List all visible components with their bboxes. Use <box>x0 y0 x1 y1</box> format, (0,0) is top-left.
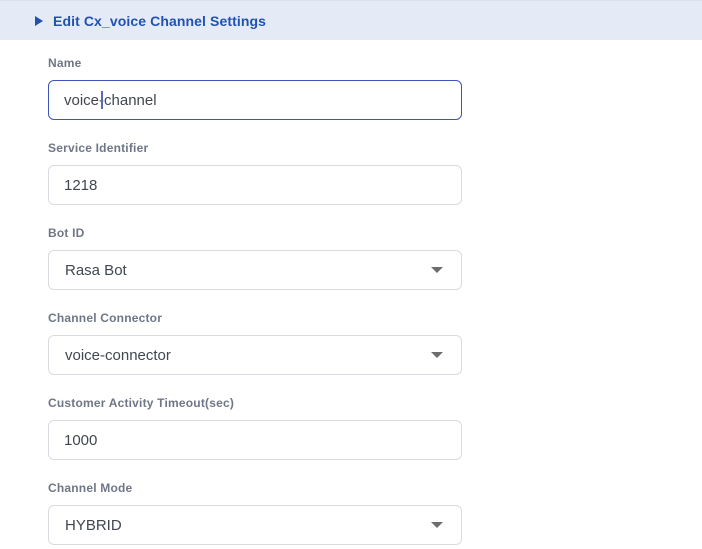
service-identifier-input[interactable] <box>48 165 462 205</box>
field-group-channel-connector: Channel Connector voice-connector <box>48 312 702 375</box>
expand-arrow-icon <box>35 16 43 26</box>
field-group-customer-activity-timeout: Customer Activity Timeout(sec) <box>48 397 702 460</box>
chevron-down-icon <box>431 352 443 358</box>
chevron-down-icon <box>431 267 443 273</box>
channel-connector-select[interactable]: voice-connector <box>48 335 462 375</box>
name-input-wrap <box>48 80 462 120</box>
customer-activity-timeout-input[interactable] <box>48 420 462 460</box>
name-label: Name <box>48 57 702 70</box>
section-header[interactable]: Edit Cx_voice Channel Settings <box>0 0 702 40</box>
field-group-channel-mode: Channel Mode HYBRID <box>48 482 702 545</box>
bot-id-select[interactable]: Rasa Bot <box>48 250 462 290</box>
bot-id-selected-value: Rasa Bot <box>65 262 127 279</box>
chevron-down-icon <box>431 522 443 528</box>
channel-connector-label: Channel Connector <box>48 312 702 325</box>
channel-settings-form: Name Service Identifier Bot ID Rasa Bot … <box>0 40 702 545</box>
customer-activity-timeout-label: Customer Activity Timeout(sec) <box>48 397 702 410</box>
section-title: Edit Cx_voice Channel Settings <box>53 13 266 29</box>
channel-mode-selected-value: HYBRID <box>65 517 122 534</box>
field-group-name: Name <box>48 57 702 120</box>
channel-mode-label: Channel Mode <box>48 482 702 495</box>
field-group-bot-id: Bot ID Rasa Bot <box>48 227 702 290</box>
field-group-service-identifier: Service Identifier <box>48 142 702 205</box>
channel-connector-selected-value: voice-connector <box>65 347 171 364</box>
text-cursor <box>101 91 103 109</box>
channel-mode-select[interactable]: HYBRID <box>48 505 462 545</box>
name-input[interactable] <box>48 80 462 120</box>
service-identifier-label: Service Identifier <box>48 142 702 155</box>
bot-id-label: Bot ID <box>48 227 702 240</box>
